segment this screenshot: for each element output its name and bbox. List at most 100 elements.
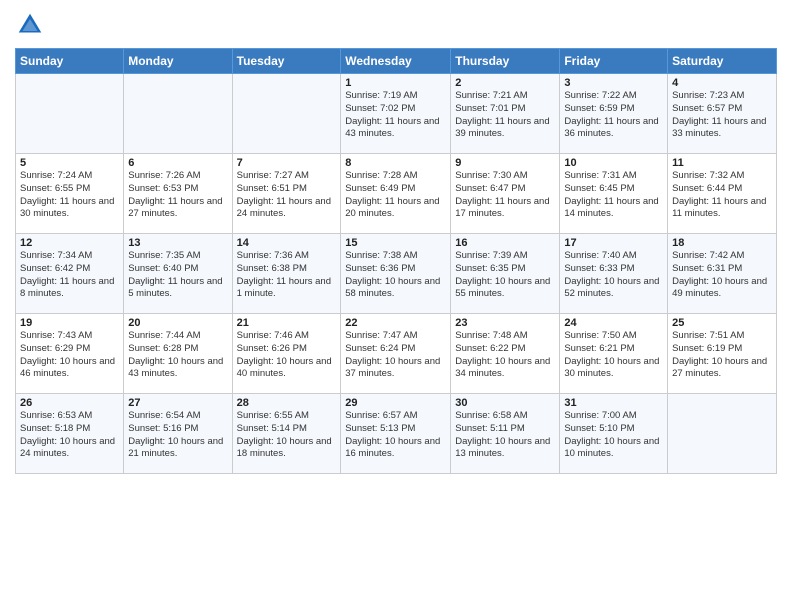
calendar-cell: 16Sunrise: 7:39 AM Sunset: 6:35 PM Dayli…: [451, 234, 560, 314]
calendar-week-row: 12Sunrise: 7:34 AM Sunset: 6:42 PM Dayli…: [16, 234, 777, 314]
day-number: 26: [20, 397, 119, 409]
calendar-cell: 25Sunrise: 7:51 AM Sunset: 6:19 PM Dayli…: [668, 314, 777, 394]
day-info: Sunrise: 7:31 AM Sunset: 6:45 PM Dayligh…: [564, 170, 663, 221]
day-number: 3: [564, 77, 663, 89]
day-info: Sunrise: 6:58 AM Sunset: 5:11 PM Dayligh…: [455, 410, 555, 461]
day-info: Sunrise: 7:19 AM Sunset: 7:02 PM Dayligh…: [345, 90, 446, 141]
calendar-cell: 31Sunrise: 7:00 AM Sunset: 5:10 PM Dayli…: [560, 394, 668, 474]
day-number: 7: [237, 157, 337, 169]
calendar-cell: 4Sunrise: 7:23 AM Sunset: 6:57 PM Daylig…: [668, 74, 777, 154]
day-number: 8: [345, 157, 446, 169]
calendar-table: SundayMondayTuesdayWednesdayThursdayFrid…: [15, 48, 777, 474]
day-number: 23: [455, 317, 555, 329]
day-number: 10: [564, 157, 663, 169]
day-number: 14: [237, 237, 337, 249]
day-number: 28: [237, 397, 337, 409]
day-info: Sunrise: 6:55 AM Sunset: 5:14 PM Dayligh…: [237, 410, 337, 461]
calendar-header-saturday: Saturday: [668, 49, 777, 74]
day-info: Sunrise: 7:42 AM Sunset: 6:31 PM Dayligh…: [672, 250, 772, 301]
day-number: 4: [672, 77, 772, 89]
calendar-week-row: 19Sunrise: 7:43 AM Sunset: 6:29 PM Dayli…: [16, 314, 777, 394]
calendar-cell: [16, 74, 124, 154]
calendar-cell: 28Sunrise: 6:55 AM Sunset: 5:14 PM Dayli…: [232, 394, 341, 474]
day-info: Sunrise: 7:26 AM Sunset: 6:53 PM Dayligh…: [128, 170, 227, 221]
day-info: Sunrise: 6:53 AM Sunset: 5:18 PM Dayligh…: [20, 410, 119, 461]
logo-icon: [15, 10, 45, 40]
day-number: 16: [455, 237, 555, 249]
logo: [15, 10, 49, 40]
day-info: Sunrise: 7:35 AM Sunset: 6:40 PM Dayligh…: [128, 250, 227, 301]
calendar-cell: 11Sunrise: 7:32 AM Sunset: 6:44 PM Dayli…: [668, 154, 777, 234]
day-info: Sunrise: 7:21 AM Sunset: 7:01 PM Dayligh…: [455, 90, 555, 141]
calendar-cell: 7Sunrise: 7:27 AM Sunset: 6:51 PM Daylig…: [232, 154, 341, 234]
day-info: Sunrise: 7:47 AM Sunset: 6:24 PM Dayligh…: [345, 330, 446, 381]
day-number: 18: [672, 237, 772, 249]
day-number: 20: [128, 317, 227, 329]
calendar-cell: 22Sunrise: 7:47 AM Sunset: 6:24 PM Dayli…: [341, 314, 451, 394]
calendar-cell: 2Sunrise: 7:21 AM Sunset: 7:01 PM Daylig…: [451, 74, 560, 154]
day-number: 29: [345, 397, 446, 409]
calendar-header-friday: Friday: [560, 49, 668, 74]
day-number: 24: [564, 317, 663, 329]
calendar-header-monday: Monday: [124, 49, 232, 74]
day-info: Sunrise: 6:57 AM Sunset: 5:13 PM Dayligh…: [345, 410, 446, 461]
day-info: Sunrise: 7:00 AM Sunset: 5:10 PM Dayligh…: [564, 410, 663, 461]
day-number: 15: [345, 237, 446, 249]
day-number: 13: [128, 237, 227, 249]
day-info: Sunrise: 7:27 AM Sunset: 6:51 PM Dayligh…: [237, 170, 337, 221]
calendar-cell: 1Sunrise: 7:19 AM Sunset: 7:02 PM Daylig…: [341, 74, 451, 154]
day-info: Sunrise: 7:24 AM Sunset: 6:55 PM Dayligh…: [20, 170, 119, 221]
day-number: 21: [237, 317, 337, 329]
day-number: 25: [672, 317, 772, 329]
calendar-cell: 19Sunrise: 7:43 AM Sunset: 6:29 PM Dayli…: [16, 314, 124, 394]
calendar-cell: 13Sunrise: 7:35 AM Sunset: 6:40 PM Dayli…: [124, 234, 232, 314]
day-number: 30: [455, 397, 555, 409]
day-info: Sunrise: 7:34 AM Sunset: 6:42 PM Dayligh…: [20, 250, 119, 301]
day-number: 22: [345, 317, 446, 329]
day-number: 1: [345, 77, 446, 89]
calendar-cell: 6Sunrise: 7:26 AM Sunset: 6:53 PM Daylig…: [124, 154, 232, 234]
day-info: Sunrise: 7:46 AM Sunset: 6:26 PM Dayligh…: [237, 330, 337, 381]
calendar-cell: 15Sunrise: 7:38 AM Sunset: 6:36 PM Dayli…: [341, 234, 451, 314]
day-info: Sunrise: 7:38 AM Sunset: 6:36 PM Dayligh…: [345, 250, 446, 301]
calendar-header-sunday: Sunday: [16, 49, 124, 74]
calendar-week-row: 26Sunrise: 6:53 AM Sunset: 5:18 PM Dayli…: [16, 394, 777, 474]
day-info: Sunrise: 7:51 AM Sunset: 6:19 PM Dayligh…: [672, 330, 772, 381]
day-info: Sunrise: 7:32 AM Sunset: 6:44 PM Dayligh…: [672, 170, 772, 221]
day-number: 11: [672, 157, 772, 169]
calendar-cell: [668, 394, 777, 474]
calendar-cell: 17Sunrise: 7:40 AM Sunset: 6:33 PM Dayli…: [560, 234, 668, 314]
page-header: [15, 10, 777, 40]
day-info: Sunrise: 7:40 AM Sunset: 6:33 PM Dayligh…: [564, 250, 663, 301]
calendar-cell: 23Sunrise: 7:48 AM Sunset: 6:22 PM Dayli…: [451, 314, 560, 394]
day-info: Sunrise: 7:22 AM Sunset: 6:59 PM Dayligh…: [564, 90, 663, 141]
day-number: 17: [564, 237, 663, 249]
calendar-cell: 3Sunrise: 7:22 AM Sunset: 6:59 PM Daylig…: [560, 74, 668, 154]
calendar-header-row: SundayMondayTuesdayWednesdayThursdayFrid…: [16, 49, 777, 74]
day-number: 5: [20, 157, 119, 169]
calendar-cell: 14Sunrise: 7:36 AM Sunset: 6:38 PM Dayli…: [232, 234, 341, 314]
calendar-cell: 10Sunrise: 7:31 AM Sunset: 6:45 PM Dayli…: [560, 154, 668, 234]
calendar-cell: 26Sunrise: 6:53 AM Sunset: 5:18 PM Dayli…: [16, 394, 124, 474]
calendar-cell: [232, 74, 341, 154]
calendar-week-row: 1Sunrise: 7:19 AM Sunset: 7:02 PM Daylig…: [16, 74, 777, 154]
day-number: 27: [128, 397, 227, 409]
calendar-cell: 5Sunrise: 7:24 AM Sunset: 6:55 PM Daylig…: [16, 154, 124, 234]
calendar-cell: 27Sunrise: 6:54 AM Sunset: 5:16 PM Dayli…: [124, 394, 232, 474]
calendar-cell: 20Sunrise: 7:44 AM Sunset: 6:28 PM Dayli…: [124, 314, 232, 394]
day-info: Sunrise: 7:44 AM Sunset: 6:28 PM Dayligh…: [128, 330, 227, 381]
calendar-cell: 18Sunrise: 7:42 AM Sunset: 6:31 PM Dayli…: [668, 234, 777, 314]
day-info: Sunrise: 7:36 AM Sunset: 6:38 PM Dayligh…: [237, 250, 337, 301]
calendar-cell: 9Sunrise: 7:30 AM Sunset: 6:47 PM Daylig…: [451, 154, 560, 234]
calendar-header-thursday: Thursday: [451, 49, 560, 74]
day-number: 2: [455, 77, 555, 89]
day-number: 12: [20, 237, 119, 249]
day-number: 19: [20, 317, 119, 329]
calendar-cell: 21Sunrise: 7:46 AM Sunset: 6:26 PM Dayli…: [232, 314, 341, 394]
calendar-cell: 24Sunrise: 7:50 AM Sunset: 6:21 PM Dayli…: [560, 314, 668, 394]
calendar-cell: 29Sunrise: 6:57 AM Sunset: 5:13 PM Dayli…: [341, 394, 451, 474]
calendar-week-row: 5Sunrise: 7:24 AM Sunset: 6:55 PM Daylig…: [16, 154, 777, 234]
day-number: 6: [128, 157, 227, 169]
calendar-header-wednesday: Wednesday: [341, 49, 451, 74]
day-number: 9: [455, 157, 555, 169]
